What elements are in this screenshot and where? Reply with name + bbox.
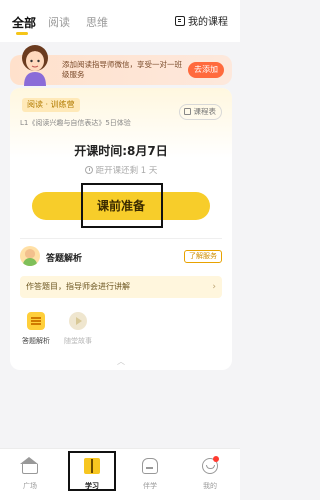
learn-service-button[interactable]: 了解服务 bbox=[184, 250, 222, 263]
tab-thinking[interactable]: 思维 bbox=[86, 14, 108, 30]
course-card: 阅读 · 训练营 课程表 L1《阅读兴趣与自信表达》5日体验 开课时间:8月7日… bbox=[10, 88, 232, 370]
schedule-label: 课程表 bbox=[193, 107, 217, 116]
nav-label: 伴学 bbox=[143, 482, 157, 490]
tab-reading[interactable]: 阅读 bbox=[48, 14, 70, 30]
feature-answer-analysis[interactable]: 答题解析 bbox=[16, 312, 56, 346]
home-icon bbox=[20, 457, 38, 474]
banner-text: 添加阅读指导师微信，享受一对一班级服务 bbox=[62, 60, 182, 79]
bottom-nav: 广场 学习 伴学 我的 bbox=[0, 448, 240, 500]
teacher-name: 答题解析 bbox=[46, 254, 83, 264]
feature-label: 答题解析 bbox=[22, 337, 50, 345]
teacher-row: 答题解析 了解服务 bbox=[20, 246, 222, 268]
nav-label: 我的 bbox=[203, 482, 217, 490]
answer-notice[interactable]: 作答题目，指导师会进行讲解 › bbox=[20, 276, 222, 298]
divider bbox=[20, 238, 222, 239]
countdown-text: 距开课还剩 1 天 bbox=[95, 166, 158, 176]
top-tab-bar: 全部 阅读 思维 我的课程 bbox=[0, 0, 240, 42]
nav-mine[interactable]: 我的 bbox=[186, 456, 234, 491]
tab-all[interactable]: 全部 bbox=[12, 14, 36, 31]
tab-active-indicator bbox=[16, 32, 28, 35]
notice-text: 作答题目，指导师会进行讲解 bbox=[26, 282, 130, 291]
teacher-avatar bbox=[20, 246, 40, 266]
notification-badge bbox=[213, 456, 219, 462]
camp-tag: 阅读 · 训练营 bbox=[22, 98, 80, 112]
start-time: 开课时间:8月7日 bbox=[74, 144, 168, 158]
highlight-box-prep bbox=[81, 183, 163, 228]
calendar-icon bbox=[183, 108, 191, 115]
story-play-icon bbox=[69, 312, 87, 330]
feature-label: 随堂故事 bbox=[64, 337, 92, 345]
course-list-icon bbox=[175, 15, 185, 26]
course-subtitle: L1《阅读兴趣与自信表达》5日体验 bbox=[20, 119, 131, 127]
teacher-girl-icon bbox=[22, 45, 48, 86]
schedule-button[interactable]: 课程表 bbox=[178, 104, 222, 120]
feature-class-story[interactable]: 随堂故事 bbox=[58, 312, 98, 346]
alarm-clock-icon bbox=[84, 166, 93, 174]
my-courses-button[interactable]: 我的课程 bbox=[175, 13, 228, 28]
collapse-chevron-icon[interactable]: ︿ bbox=[10, 356, 232, 367]
companion-icon bbox=[142, 458, 158, 474]
highlight-box-study bbox=[68, 451, 116, 491]
answer-doc-icon bbox=[27, 312, 45, 330]
my-courses-label: 我的课程 bbox=[188, 17, 228, 28]
countdown: 距开课还剩 1 天 bbox=[10, 164, 232, 176]
nav-label: 广场 bbox=[23, 482, 37, 490]
nav-square[interactable]: 广场 bbox=[6, 457, 54, 491]
add-wechat-button[interactable]: 去添加 bbox=[188, 62, 224, 78]
nav-companion[interactable]: 伴学 bbox=[126, 458, 174, 491]
chevron-right-icon: › bbox=[212, 282, 216, 292]
profile-icon bbox=[202, 456, 219, 474]
